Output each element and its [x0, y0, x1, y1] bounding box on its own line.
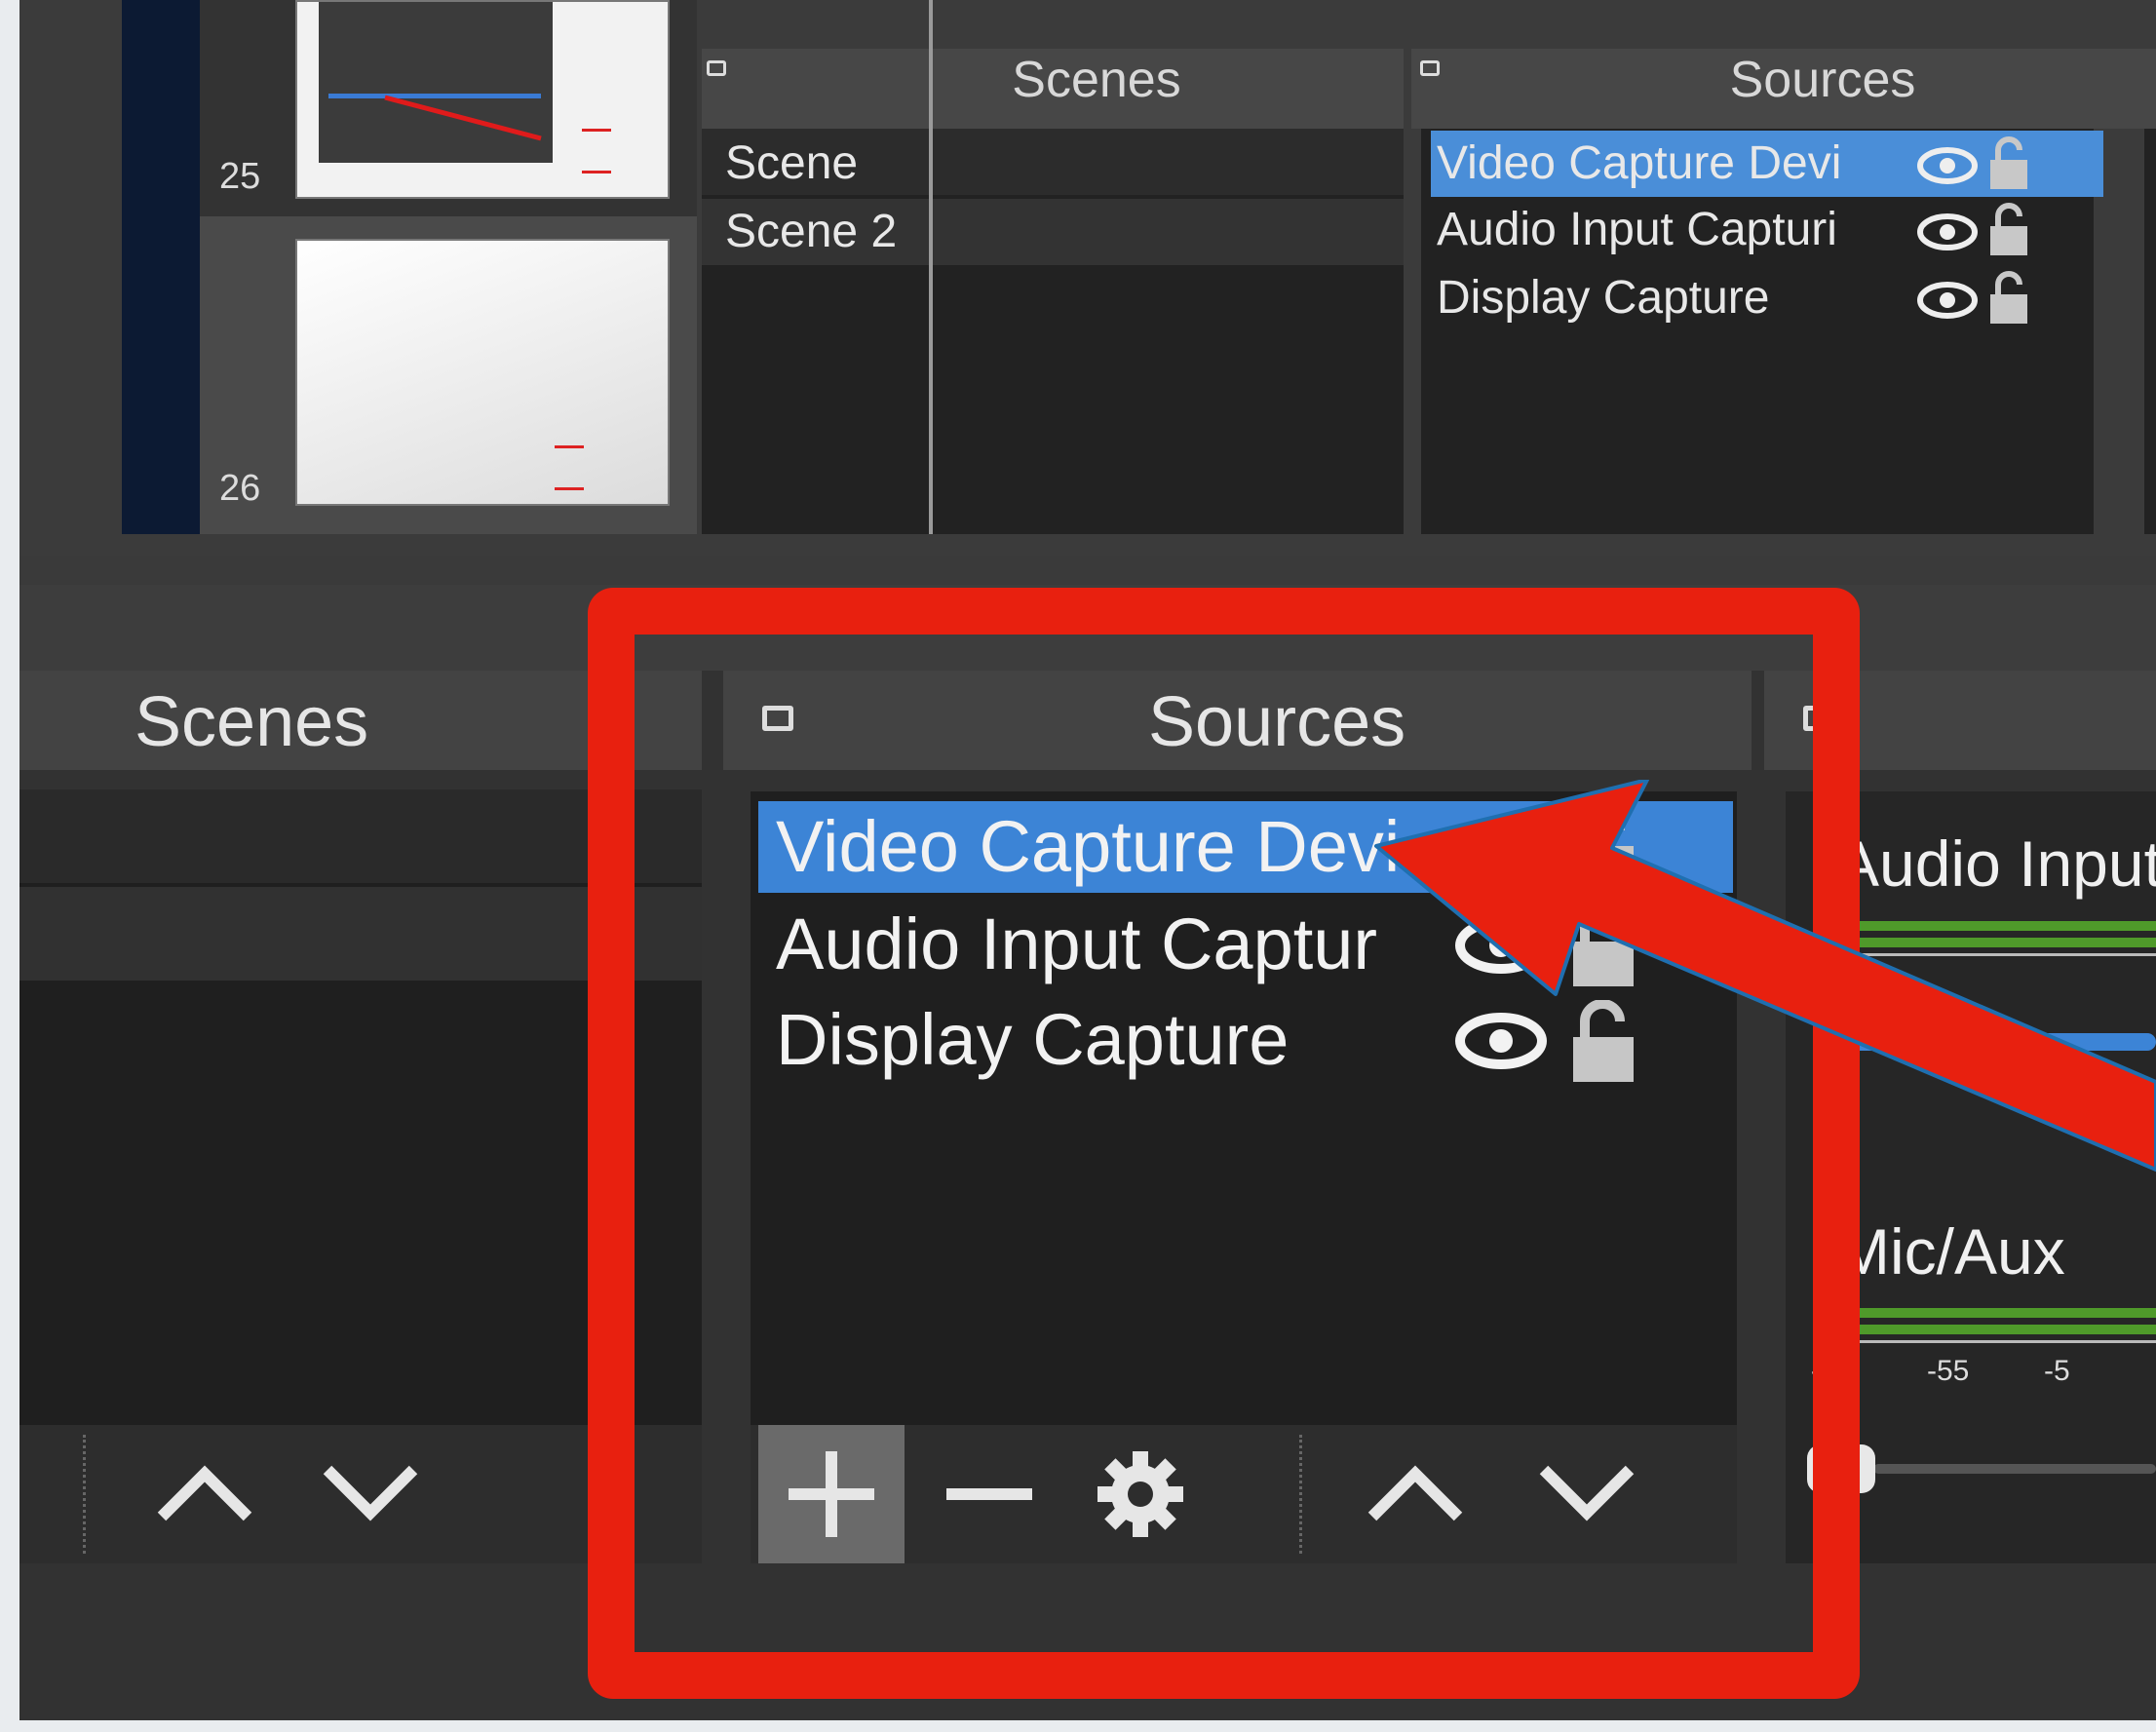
- small-scene-item[interactable]: Scene 2: [725, 205, 897, 258]
- small-source-item[interactable]: Audio Input Capturi: [1437, 203, 1837, 256]
- float-icon[interactable]: [1420, 60, 1440, 76]
- slide-red-note: [582, 129, 611, 173]
- mixer-channel-label: Mic/Aux: [1836, 1215, 2065, 1288]
- lock-icon[interactable]: [1986, 136, 2031, 191]
- small-scenes-title: Scenes: [1012, 52, 1181, 108]
- annotation-arrow: [1374, 780, 2156, 1172]
- chevron-down-icon[interactable]: [322, 1464, 419, 1522]
- top-screenshot: 25 26 Scenes Scene Scene 2 Sources Video…: [19, 0, 2156, 556]
- obs-screenshot: 25 26 Scenes Scene Scene 2 Sources Video…: [19, 0, 2156, 1720]
- slide-thumbnail-25[interactable]: [295, 0, 670, 199]
- small-sources-title: Sources: [1729, 52, 1916, 108]
- eye-icon[interactable]: [1916, 146, 1979, 185]
- volume-slider-track: [1873, 1464, 2156, 1474]
- chevron-up-icon[interactable]: [156, 1464, 253, 1522]
- slide-number-25: 25: [219, 156, 261, 197]
- lock-icon[interactable]: [1986, 203, 2031, 257]
- small-mixer-edge: [2144, 129, 2156, 534]
- toolbar-separator: [83, 1435, 86, 1554]
- volume-meter: [1815, 1325, 2156, 1334]
- small-scenes-list: Scene Scene 2: [702, 0, 1404, 534]
- volume-meter: [1815, 1308, 2156, 1318]
- slide-red-note: [555, 445, 584, 490]
- meter-scale-label: -5: [2044, 1355, 2070, 1387]
- slide-thumbnail-26[interactable]: [295, 239, 670, 506]
- small-scene-item[interactable]: Scene: [725, 136, 858, 190]
- meter-ticks: [1815, 1340, 2156, 1351]
- slide-red-arrow: [384, 95, 542, 141]
- slide-number-26: 26: [219, 468, 261, 509]
- scenes-dock-title: Scenes: [135, 683, 369, 761]
- small-source-item[interactable]: Video Capture Devi: [1437, 136, 1841, 190]
- eye-icon[interactable]: [1916, 212, 1979, 251]
- eye-icon[interactable]: [1916, 281, 1979, 320]
- float-icon[interactable]: [707, 60, 726, 76]
- lock-icon[interactable]: [1986, 271, 2031, 326]
- meter-scale-label: -55: [1927, 1355, 1970, 1387]
- small-source-item[interactable]: Display Capture: [1437, 271, 1769, 325]
- small-sources-list: Video Capture Devi Audio Input Capturi D…: [1421, 129, 2103, 534]
- column-divider: [929, 0, 933, 534]
